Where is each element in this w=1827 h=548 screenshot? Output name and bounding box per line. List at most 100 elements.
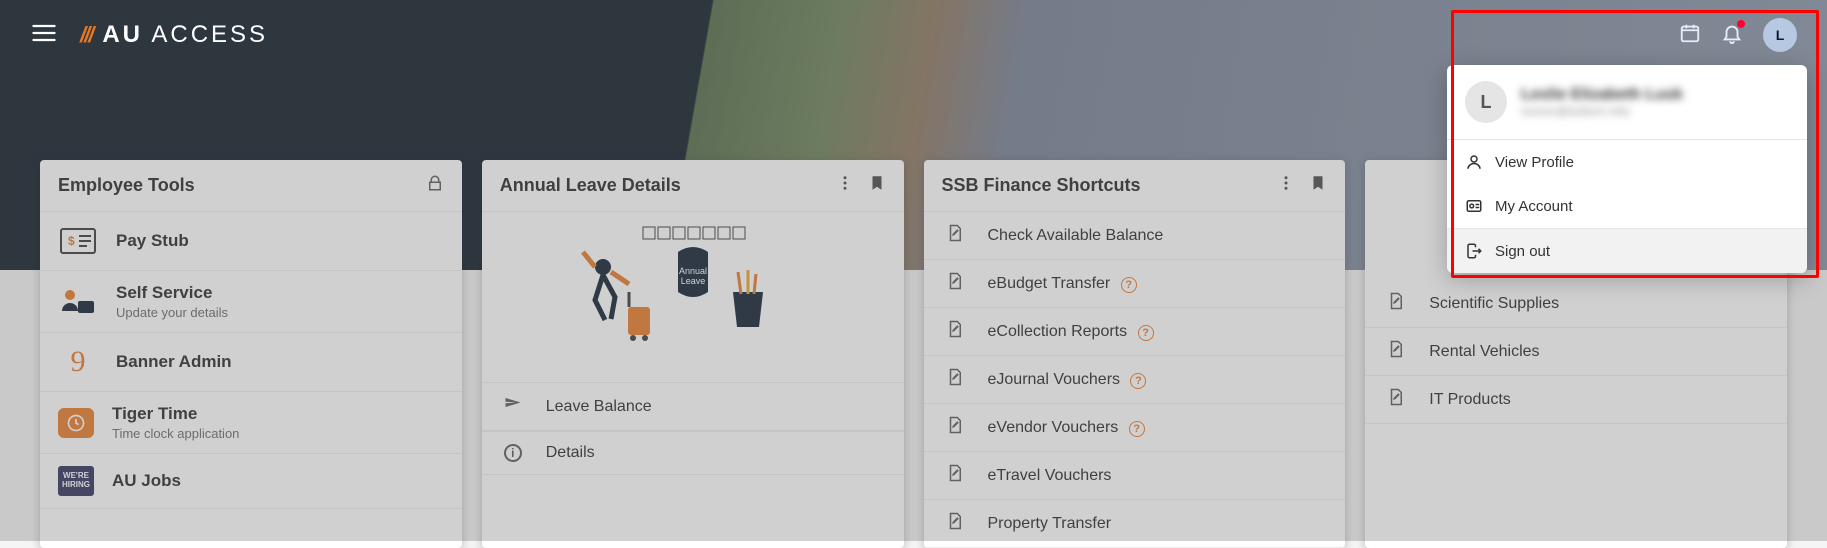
- brand-text: AU ACCESS: [102, 21, 268, 49]
- tigerbuy-row[interactable]: Rental Vehicles: [1365, 328, 1787, 376]
- tool-au-jobs[interactable]: WE'REHIRING AU Jobs: [40, 454, 462, 509]
- card-body: Annual Leave: [482, 212, 904, 548]
- profile-user: Leslie Elizabeth Lusk xxxxxx@auburn.edu: [1521, 86, 1683, 118]
- tool-title: Self Service: [116, 283, 228, 303]
- document-edit-icon: [1387, 388, 1405, 411]
- finance-row[interactable]: eTravel Vouchers: [924, 452, 1346, 500]
- card-body: $ Pay Stub Self Service Update your deta…: [40, 212, 462, 548]
- row-label: Rental Vehicles: [1429, 343, 1539, 361]
- finance-row[interactable]: eJournal Vouchers ?: [924, 356, 1346, 404]
- notification-dot: [1737, 20, 1745, 28]
- row-label: Property Transfer: [988, 515, 1112, 533]
- row-label: eVendor Vouchers ?: [988, 419, 1145, 437]
- menu-view-profile[interactable]: View Profile: [1447, 140, 1807, 184]
- menu-my-account[interactable]: My Account: [1447, 184, 1807, 228]
- plane-icon: [504, 395, 522, 418]
- menu-sign-out[interactable]: Sign out: [1447, 229, 1807, 273]
- row-label: Details: [546, 444, 595, 462]
- tool-banner-admin[interactable]: 9 Banner Admin: [40, 333, 462, 392]
- bell-icon[interactable]: [1721, 22, 1743, 49]
- tool-title: Pay Stub: [116, 231, 189, 251]
- profile-header: L Leslie Elizabeth Lusk xxxxxx@auburn.ed…: [1447, 65, 1807, 139]
- annual-leave-balance[interactable]: Leave Balance: [482, 382, 904, 431]
- tool-tiger-time[interactable]: Tiger Time Time clock application: [40, 392, 462, 454]
- document-edit-icon: [946, 512, 964, 535]
- card-title: Employee Tools: [58, 175, 195, 196]
- document-edit-icon: [946, 464, 964, 487]
- topbar: /// AU ACCESS L: [0, 0, 1827, 70]
- more-icon[interactable]: [1277, 174, 1295, 197]
- finance-row[interactable]: eBudget Transfer ?: [924, 260, 1346, 308]
- annual-leave-illustration: Annual Leave: [482, 212, 904, 382]
- bookmark-icon[interactable]: [1309, 174, 1327, 197]
- card-ssb-finance: SSB Finance Shortcuts Check Available Ba…: [924, 160, 1346, 548]
- row-label: eJournal Vouchers ?: [988, 371, 1147, 389]
- finance-row[interactable]: Check Available Balance: [924, 212, 1346, 260]
- topbar-right: L: [1679, 18, 1797, 52]
- row-label: eBudget Transfer ?: [988, 275, 1137, 293]
- hamburger-icon[interactable]: [30, 19, 58, 52]
- au-jobs-icon: WE'REHIRING: [58, 466, 94, 496]
- tool-title: Tiger Time: [112, 404, 239, 424]
- tool-title: Banner Admin: [116, 352, 232, 372]
- card-actions: [426, 174, 444, 197]
- profile-menu: L Leslie Elizabeth Lusk xxxxxx@auburn.ed…: [1447, 65, 1807, 273]
- tool-subtitle: Time clock application: [112, 426, 239, 441]
- topbar-left: /// AU ACCESS: [30, 19, 268, 52]
- help-icon[interactable]: ?: [1129, 421, 1145, 437]
- info-icon: i: [504, 444, 522, 462]
- finance-row[interactable]: eCollection Reports ?: [924, 308, 1346, 356]
- avatar[interactable]: L: [1763, 18, 1797, 52]
- profile-name: Leslie Elizabeth Lusk: [1521, 86, 1683, 104]
- document-edit-icon: [1387, 340, 1405, 363]
- profile-email: xxxxxx@auburn.edu: [1521, 104, 1683, 118]
- document-edit-icon: [946, 416, 964, 439]
- finance-row[interactable]: eVendor Vouchers ?: [924, 404, 1346, 452]
- help-icon[interactable]: ?: [1130, 373, 1146, 389]
- brand-logo[interactable]: /// AU ACCESS: [80, 21, 268, 49]
- bookmark-icon[interactable]: [868, 174, 886, 197]
- card-title: SSB Finance Shortcuts: [942, 175, 1141, 196]
- card-header: Employee Tools: [40, 160, 462, 212]
- document-edit-icon: [946, 272, 964, 295]
- card-header: Annual Leave Details: [482, 160, 904, 212]
- document-edit-icon: [946, 368, 964, 391]
- card-annual-leave: Annual Leave Details Annual Leave: [482, 160, 904, 548]
- row-label: eTravel Vouchers: [988, 467, 1112, 485]
- annual-details[interactable]: i Details: [482, 431, 904, 475]
- menu-label: View Profile: [1495, 154, 1574, 171]
- row-label: Scientific Supplies: [1429, 295, 1559, 313]
- card-employee-tools: Employee Tools $ Pay Stub Self Service U…: [40, 160, 462, 548]
- profile-avatar: L: [1465, 81, 1507, 123]
- tigerbuy-row[interactable]: Scientific Supplies: [1365, 280, 1787, 328]
- row-label: Check Available Balance: [988, 227, 1164, 245]
- tool-title: AU Jobs: [112, 471, 181, 491]
- row-label: Leave Balance: [546, 398, 652, 416]
- tool-pay-stub[interactable]: $ Pay Stub: [40, 212, 462, 271]
- help-icon[interactable]: ?: [1121, 277, 1137, 293]
- menu-label: My Account: [1495, 198, 1573, 215]
- document-edit-icon: [1387, 292, 1405, 315]
- svg-text:$: $: [68, 234, 75, 248]
- lock-icon: [426, 174, 444, 197]
- more-icon[interactable]: [836, 174, 854, 197]
- svg-text:Annual: Annual: [679, 266, 707, 276]
- card-actions: [836, 174, 886, 197]
- help-icon[interactable]: ?: [1138, 325, 1154, 341]
- calendar-icon[interactable]: [1679, 22, 1701, 49]
- row-label: IT Products: [1429, 391, 1511, 409]
- tool-self-service[interactable]: Self Service Update your details: [40, 271, 462, 333]
- menu-label: Sign out: [1495, 243, 1550, 260]
- brand-slashes: ///: [80, 22, 92, 48]
- banner-icon: 9: [58, 345, 98, 379]
- card-actions: [1277, 174, 1327, 197]
- card-header: SSB Finance Shortcuts: [924, 160, 1346, 212]
- tool-subtitle: Update your details: [116, 305, 228, 320]
- tigerbuy-row[interactable]: IT Products: [1365, 376, 1787, 424]
- svg-text:Leave: Leave: [680, 276, 705, 286]
- card-title: Annual Leave Details: [500, 175, 681, 196]
- document-edit-icon: [946, 224, 964, 247]
- self-service-icon: [58, 285, 98, 319]
- pay-stub-icon: $: [58, 224, 98, 258]
- document-edit-icon: [946, 320, 964, 343]
